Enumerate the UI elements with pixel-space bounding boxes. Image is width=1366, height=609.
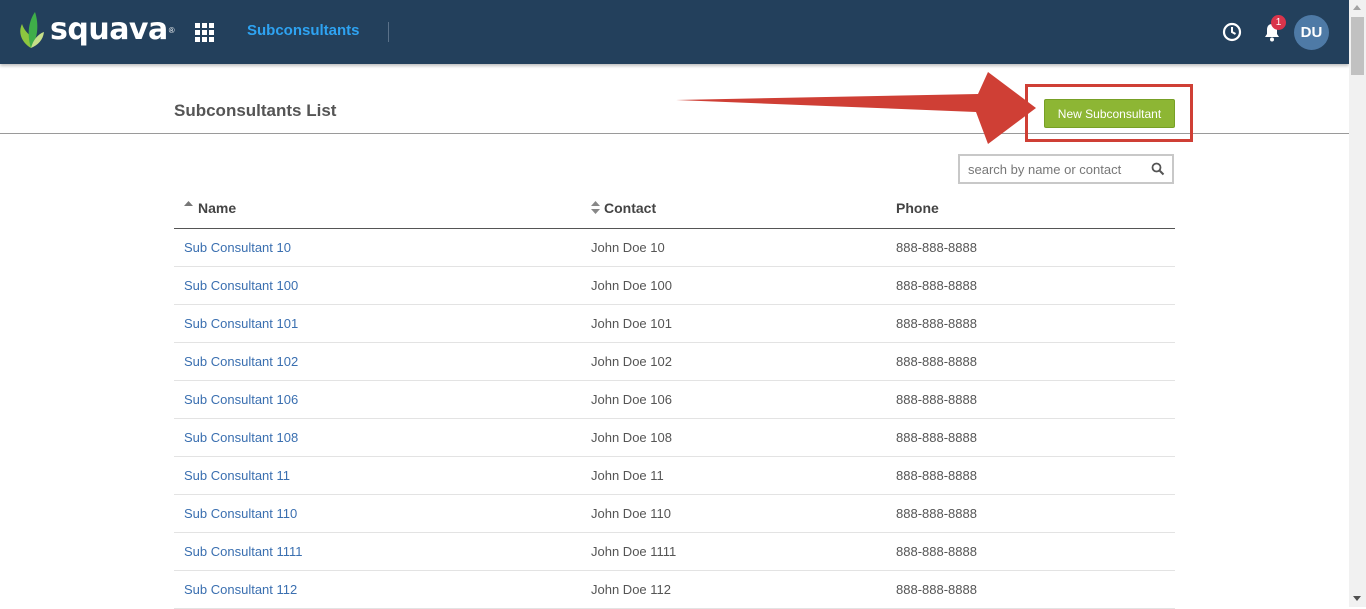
contact-cell: John Doe 101 <box>591 316 672 331</box>
page-scrollbar[interactable] <box>1349 0 1366 607</box>
annotation-arrow-icon <box>676 72 1036 144</box>
sort-ascending-icon <box>184 201 193 206</box>
subconsultant-name-link[interactable]: Sub Consultant 1111 <box>184 544 303 559</box>
contact-cell: John Doe 1111 <box>591 544 677 559</box>
column-header-contact-label: Contact <box>604 200 657 216</box>
page-title: Subconsultants List <box>174 101 337 120</box>
subconsultant-name-link[interactable]: Sub Consultant 106 <box>184 392 298 407</box>
scroll-down-arrow-icon[interactable] <box>1353 596 1361 601</box>
table-row: Sub Consultant 11 John Doe 11 888-888-88… <box>174 457 1175 495</box>
contact-cell: John Doe 102 <box>591 354 672 369</box>
phone-cell: 888-888-8888 <box>896 354 977 369</box>
column-header-name[interactable]: Name <box>184 200 236 216</box>
subconsultant-name-link[interactable]: Sub Consultant 102 <box>184 354 298 369</box>
leaf-icon <box>20 12 44 48</box>
contact-cell: John Doe 11 <box>591 468 664 483</box>
subconsultant-name-link[interactable]: Sub Consultant 100 <box>184 278 298 293</box>
table-row: Sub Consultant 106 John Doe 106 888-888-… <box>174 381 1175 419</box>
column-header-name-label: Name <box>198 200 237 216</box>
subconsultant-name-link[interactable]: Sub Consultant 112 <box>184 582 297 597</box>
top-navbar: squava ® Subconsultants 1 DU <box>0 0 1349 64</box>
logo-text: squava <box>50 12 168 47</box>
squava-logo[interactable]: squava ® <box>18 10 175 50</box>
phone-cell: 888-888-8888 <box>896 430 977 445</box>
subconsultant-name-link[interactable]: Sub Consultant 108 <box>184 430 298 445</box>
contact-cell: John Doe 10 <box>591 240 665 255</box>
nav-divider <box>388 22 389 42</box>
phone-cell: 888-888-8888 <box>896 392 977 407</box>
table-row: Sub Consultant 112 John Doe 112 888-888-… <box>174 571 1175 609</box>
table-row: Sub Consultant 110 John Doe 110 888-888-… <box>174 495 1175 533</box>
contact-cell: John Doe 106 <box>591 392 672 407</box>
phone-cell: 888-888-8888 <box>896 316 977 331</box>
sort-unsorted-icon <box>591 201 600 214</box>
search-input[interactable] <box>960 156 1140 182</box>
scroll-thumb[interactable] <box>1351 17 1364 75</box>
nav-subconsultants-link[interactable]: Subconsultants <box>247 22 360 39</box>
scroll-up-arrow-icon[interactable] <box>1353 5 1361 10</box>
notification-badge: 1 <box>1271 15 1286 30</box>
new-subconsultant-button[interactable]: New Subconsultant <box>1044 99 1175 128</box>
user-avatar[interactable]: DU <box>1294 15 1329 50</box>
phone-cell: 888-888-8888 <box>896 240 977 255</box>
phone-cell: 888-888-8888 <box>896 278 977 293</box>
contact-cell: John Doe 112 <box>591 582 671 597</box>
apps-grid-icon[interactable] <box>195 23 214 42</box>
contact-cell: John Doe 108 <box>591 430 672 445</box>
table-row: Sub Consultant 102 John Doe 102 888-888-… <box>174 343 1175 381</box>
table-row: Sub Consultant 1111 John Doe 1111 888-88… <box>174 533 1175 571</box>
subconsultant-name-link[interactable]: Sub Consultant 10 <box>184 240 291 255</box>
column-header-contact[interactable]: Contact <box>591 200 656 216</box>
subconsultant-name-link[interactable]: Sub Consultant 101 <box>184 316 298 331</box>
column-header-phone: Phone <box>896 200 939 216</box>
subconsultant-name-link[interactable]: Sub Consultant 110 <box>184 506 297 521</box>
subconsultant-name-link[interactable]: Sub Consultant 11 <box>184 468 290 483</box>
clock-icon[interactable] <box>1221 21 1243 43</box>
table-row: Sub Consultant 108 John Doe 108 888-888-… <box>174 419 1175 457</box>
search-icon[interactable] <box>1151 162 1165 176</box>
search-box <box>958 154 1174 184</box>
phone-cell: 888-888-8888 <box>896 506 977 521</box>
table-row: Sub Consultant 10 John Doe 10 888-888-88… <box>174 229 1175 267</box>
logo-trademark: ® <box>168 25 175 35</box>
phone-cell: 888-888-8888 <box>896 468 977 483</box>
table-row: Sub Consultant 101 John Doe 101 888-888-… <box>174 305 1175 343</box>
phone-cell: 888-888-8888 <box>896 582 977 597</box>
contact-cell: John Doe 110 <box>591 506 671 521</box>
phone-cell: 888-888-8888 <box>896 544 977 559</box>
table-row: Sub Consultant 100 John Doe 100 888-888-… <box>174 267 1175 305</box>
contact-cell: John Doe 100 <box>591 278 672 293</box>
